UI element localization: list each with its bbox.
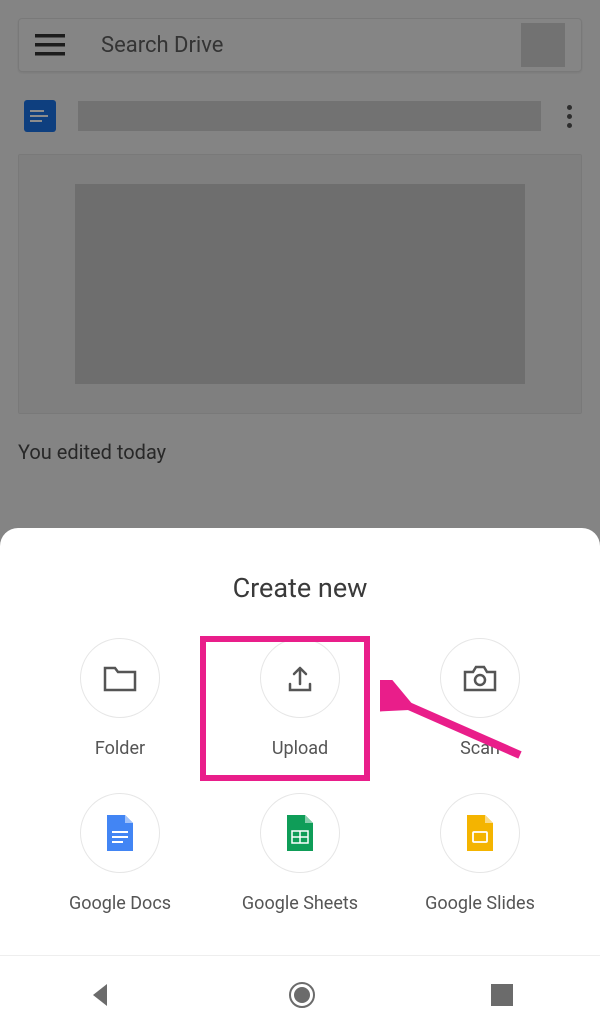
google-sheets-icon	[285, 813, 315, 853]
create-sheets-button[interactable]: Google Sheets	[210, 793, 390, 914]
create-options-grid: Folder Upload	[0, 638, 600, 914]
create-folder-label: Folder	[95, 738, 145, 759]
create-docs-label: Google Docs	[69, 893, 171, 914]
google-docs-icon	[105, 813, 135, 853]
nav-back-icon[interactable]	[87, 982, 113, 1008]
create-scan-button[interactable]: Scan	[390, 638, 570, 759]
camera-icon	[463, 664, 497, 692]
folder-icon	[103, 664, 137, 692]
create-docs-button[interactable]: Google Docs	[30, 793, 210, 914]
create-slides-label: Google Slides	[425, 893, 535, 914]
create-scan-label: Scan	[460, 738, 500, 759]
create-upload-label: Upload	[272, 738, 328, 759]
upload-icon	[284, 662, 316, 694]
nav-recent-icon[interactable]	[491, 984, 513, 1006]
sheet-title: Create new	[0, 572, 600, 604]
google-slides-icon	[465, 813, 495, 853]
android-nav-bar	[0, 955, 600, 1033]
nav-home-icon[interactable]	[287, 980, 317, 1010]
create-upload-button[interactable]: Upload	[210, 638, 390, 759]
create-sheets-label: Google Sheets	[242, 893, 358, 914]
create-folder-button[interactable]: Folder	[30, 638, 210, 759]
create-slides-button[interactable]: Google Slides	[390, 793, 570, 914]
